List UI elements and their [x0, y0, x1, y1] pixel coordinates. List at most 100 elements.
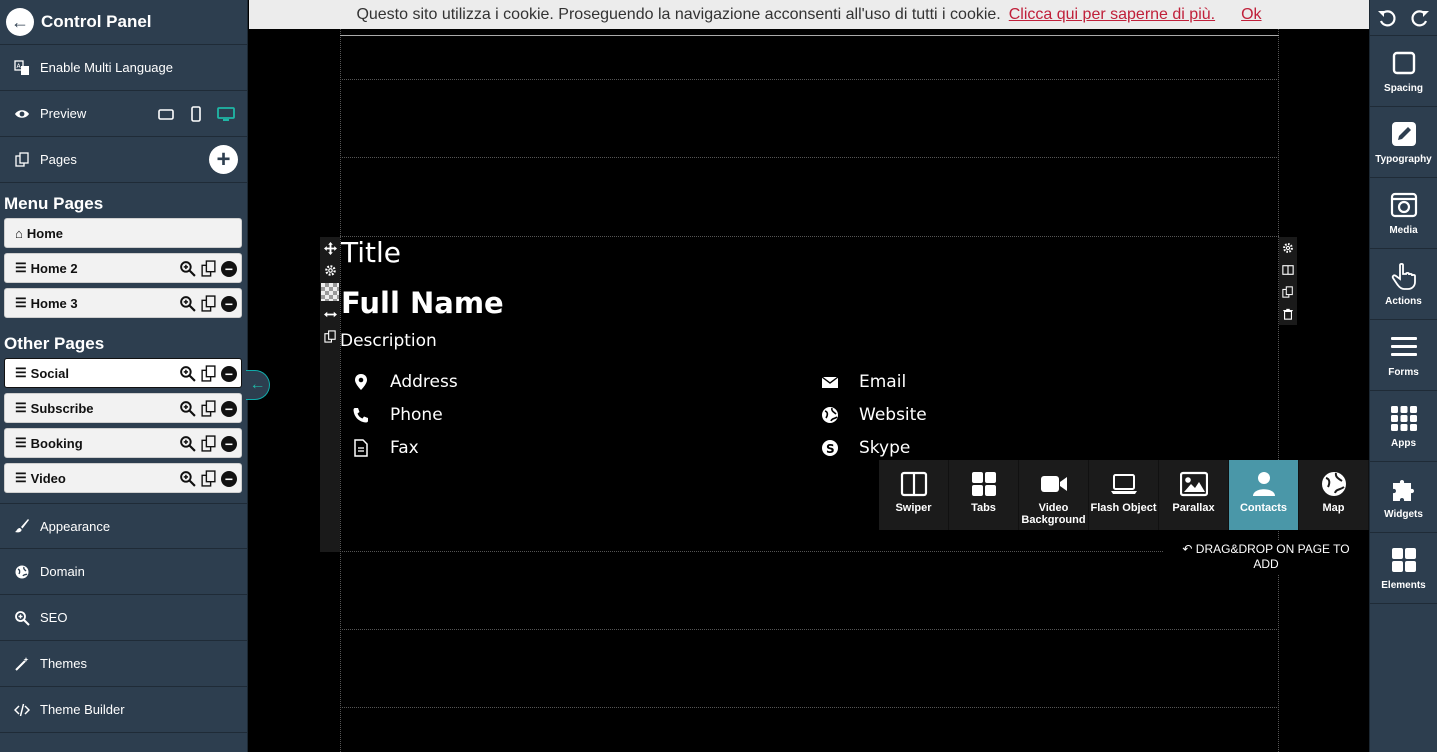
copy-icon[interactable]	[320, 325, 340, 347]
drag-handle-icon[interactable]: ☰	[15, 470, 27, 486]
page-item-social[interactable]: ☰ Social −	[4, 358, 242, 388]
video-camera-icon	[1040, 476, 1067, 492]
resize-horizontal-icon[interactable]	[320, 303, 340, 325]
transparency-icon[interactable]	[321, 283, 339, 301]
grid-icon	[971, 472, 996, 496]
contact-fax[interactable]: Fax	[350, 438, 419, 458]
sidebar-item-appearance[interactable]: Appearance	[0, 503, 247, 549]
trash-icon[interactable]	[1279, 303, 1297, 325]
copy-icon[interactable]	[200, 260, 217, 277]
zoom-icon[interactable]	[179, 470, 196, 487]
element-swiper[interactable]: Swiper	[879, 460, 949, 530]
sidebar-item-seo[interactable]: SEO	[0, 595, 247, 641]
other-pages-title: Other Pages	[4, 334, 105, 353]
drag-handle-icon[interactable]: ☰	[15, 435, 27, 451]
zoom-icon[interactable]	[179, 365, 196, 382]
copy-icon[interactable]	[200, 400, 217, 417]
description-text[interactable]: Description	[340, 331, 437, 351]
toolbar-widgets[interactable]: Widgets	[1370, 462, 1437, 533]
block-title[interactable]: Title	[341, 236, 401, 269]
copy-icon[interactable]	[200, 295, 217, 312]
sidebar-item-label: Domain	[40, 564, 85, 579]
page-item-video[interactable]: ☰ Video −	[4, 463, 242, 493]
sidebar-item-domain[interactable]: Domain	[0, 549, 247, 595]
drag-handle-icon[interactable]: ☰	[15, 260, 27, 276]
sidebar-item-theme-builder[interactable]: Theme Builder	[0, 687, 247, 733]
copy-icon[interactable]	[200, 435, 217, 452]
cookie-more-link[interactable]: Clicca qui per saperne di più.	[1009, 6, 1215, 24]
undo-icon[interactable]	[1377, 8, 1397, 28]
zoom-icon[interactable]	[179, 260, 196, 277]
remove-icon[interactable]: −	[221, 470, 237, 487]
copy-icon[interactable]	[1279, 281, 1297, 303]
toolbar-forms[interactable]: Forms	[1370, 320, 1437, 391]
sidebar-item-label: SEO	[40, 610, 68, 625]
remove-icon[interactable]: −	[221, 260, 237, 277]
redo-icon[interactable]	[1410, 8, 1430, 28]
page-item-home-2[interactable]: ☰ Home 2 −	[4, 253, 242, 283]
element-parallax[interactable]: Parallax	[1159, 460, 1229, 530]
move-icon[interactable]	[320, 237, 340, 259]
gear-icon[interactable]	[1279, 237, 1297, 259]
hand-pointer-icon	[1391, 262, 1416, 290]
zoom-icon[interactable]	[179, 435, 196, 452]
square-icon	[1392, 51, 1415, 74]
skype-icon: S	[819, 438, 841, 458]
page-item-home[interactable]: ⌂ Home	[4, 218, 242, 248]
home-icon: ⌂	[15, 225, 23, 241]
zoom-icon[interactable]	[179, 400, 196, 417]
page-item-subscribe[interactable]: ☰ Subscribe −	[4, 393, 242, 423]
columns-icon[interactable]	[1279, 259, 1297, 281]
toolbar-apps[interactable]: Apps	[1370, 391, 1437, 462]
row-divider	[340, 35, 1279, 36]
remove-icon[interactable]: −	[221, 400, 237, 417]
page-item-booking[interactable]: ☰ Booking −	[4, 428, 242, 458]
page-item-home-3[interactable]: ☰ Home 3 −	[4, 288, 242, 318]
remove-icon[interactable]: −	[221, 435, 237, 452]
drag-handle-icon[interactable]: ☰	[15, 400, 27, 416]
element-tabs[interactable]: Tabs	[949, 460, 1019, 530]
pencil-icon	[1391, 121, 1416, 146]
apps-grid-icon	[1390, 405, 1417, 431]
contact-address[interactable]: Address	[350, 372, 458, 392]
remove-icon[interactable]: −	[221, 365, 237, 382]
tablet-landscape-icon[interactable]	[157, 105, 175, 123]
contact-website[interactable]: Website	[819, 405, 927, 425]
toolbar-media[interactable]: Media	[1370, 178, 1437, 249]
mobile-icon[interactable]	[187, 105, 205, 123]
sidebar-header: ← Control Panel	[0, 0, 247, 45]
page-tools: −	[179, 435, 237, 452]
contact-skype[interactable]: S Skype	[819, 438, 910, 458]
preview-row[interactable]: Preview	[0, 91, 247, 137]
contact-phone[interactable]: Phone	[350, 405, 443, 425]
add-page-button[interactable]: +	[209, 145, 238, 174]
contact-email[interactable]: Email	[819, 372, 906, 392]
full-name-heading[interactable]: Full Name	[341, 286, 504, 320]
back-arrow-icon[interactable]: ←	[6, 8, 34, 36]
sidebar-item-themes[interactable]: Themes	[0, 641, 247, 687]
remove-icon[interactable]: −	[221, 295, 237, 312]
zoom-icon[interactable]	[179, 295, 196, 312]
element-map[interactable]: Map	[1299, 460, 1369, 530]
toolbar-label: Widgets	[1384, 508, 1423, 520]
drag-handle-icon[interactable]: ☰	[15, 365, 27, 381]
element-contacts[interactable]: Contacts	[1229, 460, 1299, 530]
element-video-background[interactable]: Video Background	[1019, 460, 1089, 530]
toolbar-actions[interactable]: Actions	[1370, 249, 1437, 320]
drag-handle-icon[interactable]: ☰	[15, 295, 27, 311]
enable-multi-language[interactable]: A Enable Multi Language	[0, 45, 247, 91]
cookie-ok-link[interactable]: Ok	[1241, 6, 1261, 24]
toolbar-typography[interactable]: Typography	[1370, 107, 1437, 178]
copy-icon[interactable]	[200, 365, 217, 382]
gear-icon[interactable]	[320, 259, 340, 281]
canvas-guide-right	[1278, 29, 1279, 752]
toolbar-spacing[interactable]: Spacing	[1370, 36, 1437, 107]
copy-icon[interactable]	[200, 470, 217, 487]
element-flash-object[interactable]: Flash Object	[1089, 460, 1159, 530]
toolbar-elements[interactable]: Elements	[1370, 533, 1437, 604]
collapse-sidebar-icon[interactable]: ←	[246, 370, 270, 400]
cookie-text: Questo sito utilizza i cookie. Proseguen…	[356, 5, 1001, 23]
desktop-icon[interactable]	[217, 105, 235, 123]
sidebar-item-label: Appearance	[40, 518, 111, 534]
pages-row[interactable]: Pages +	[0, 137, 247, 183]
